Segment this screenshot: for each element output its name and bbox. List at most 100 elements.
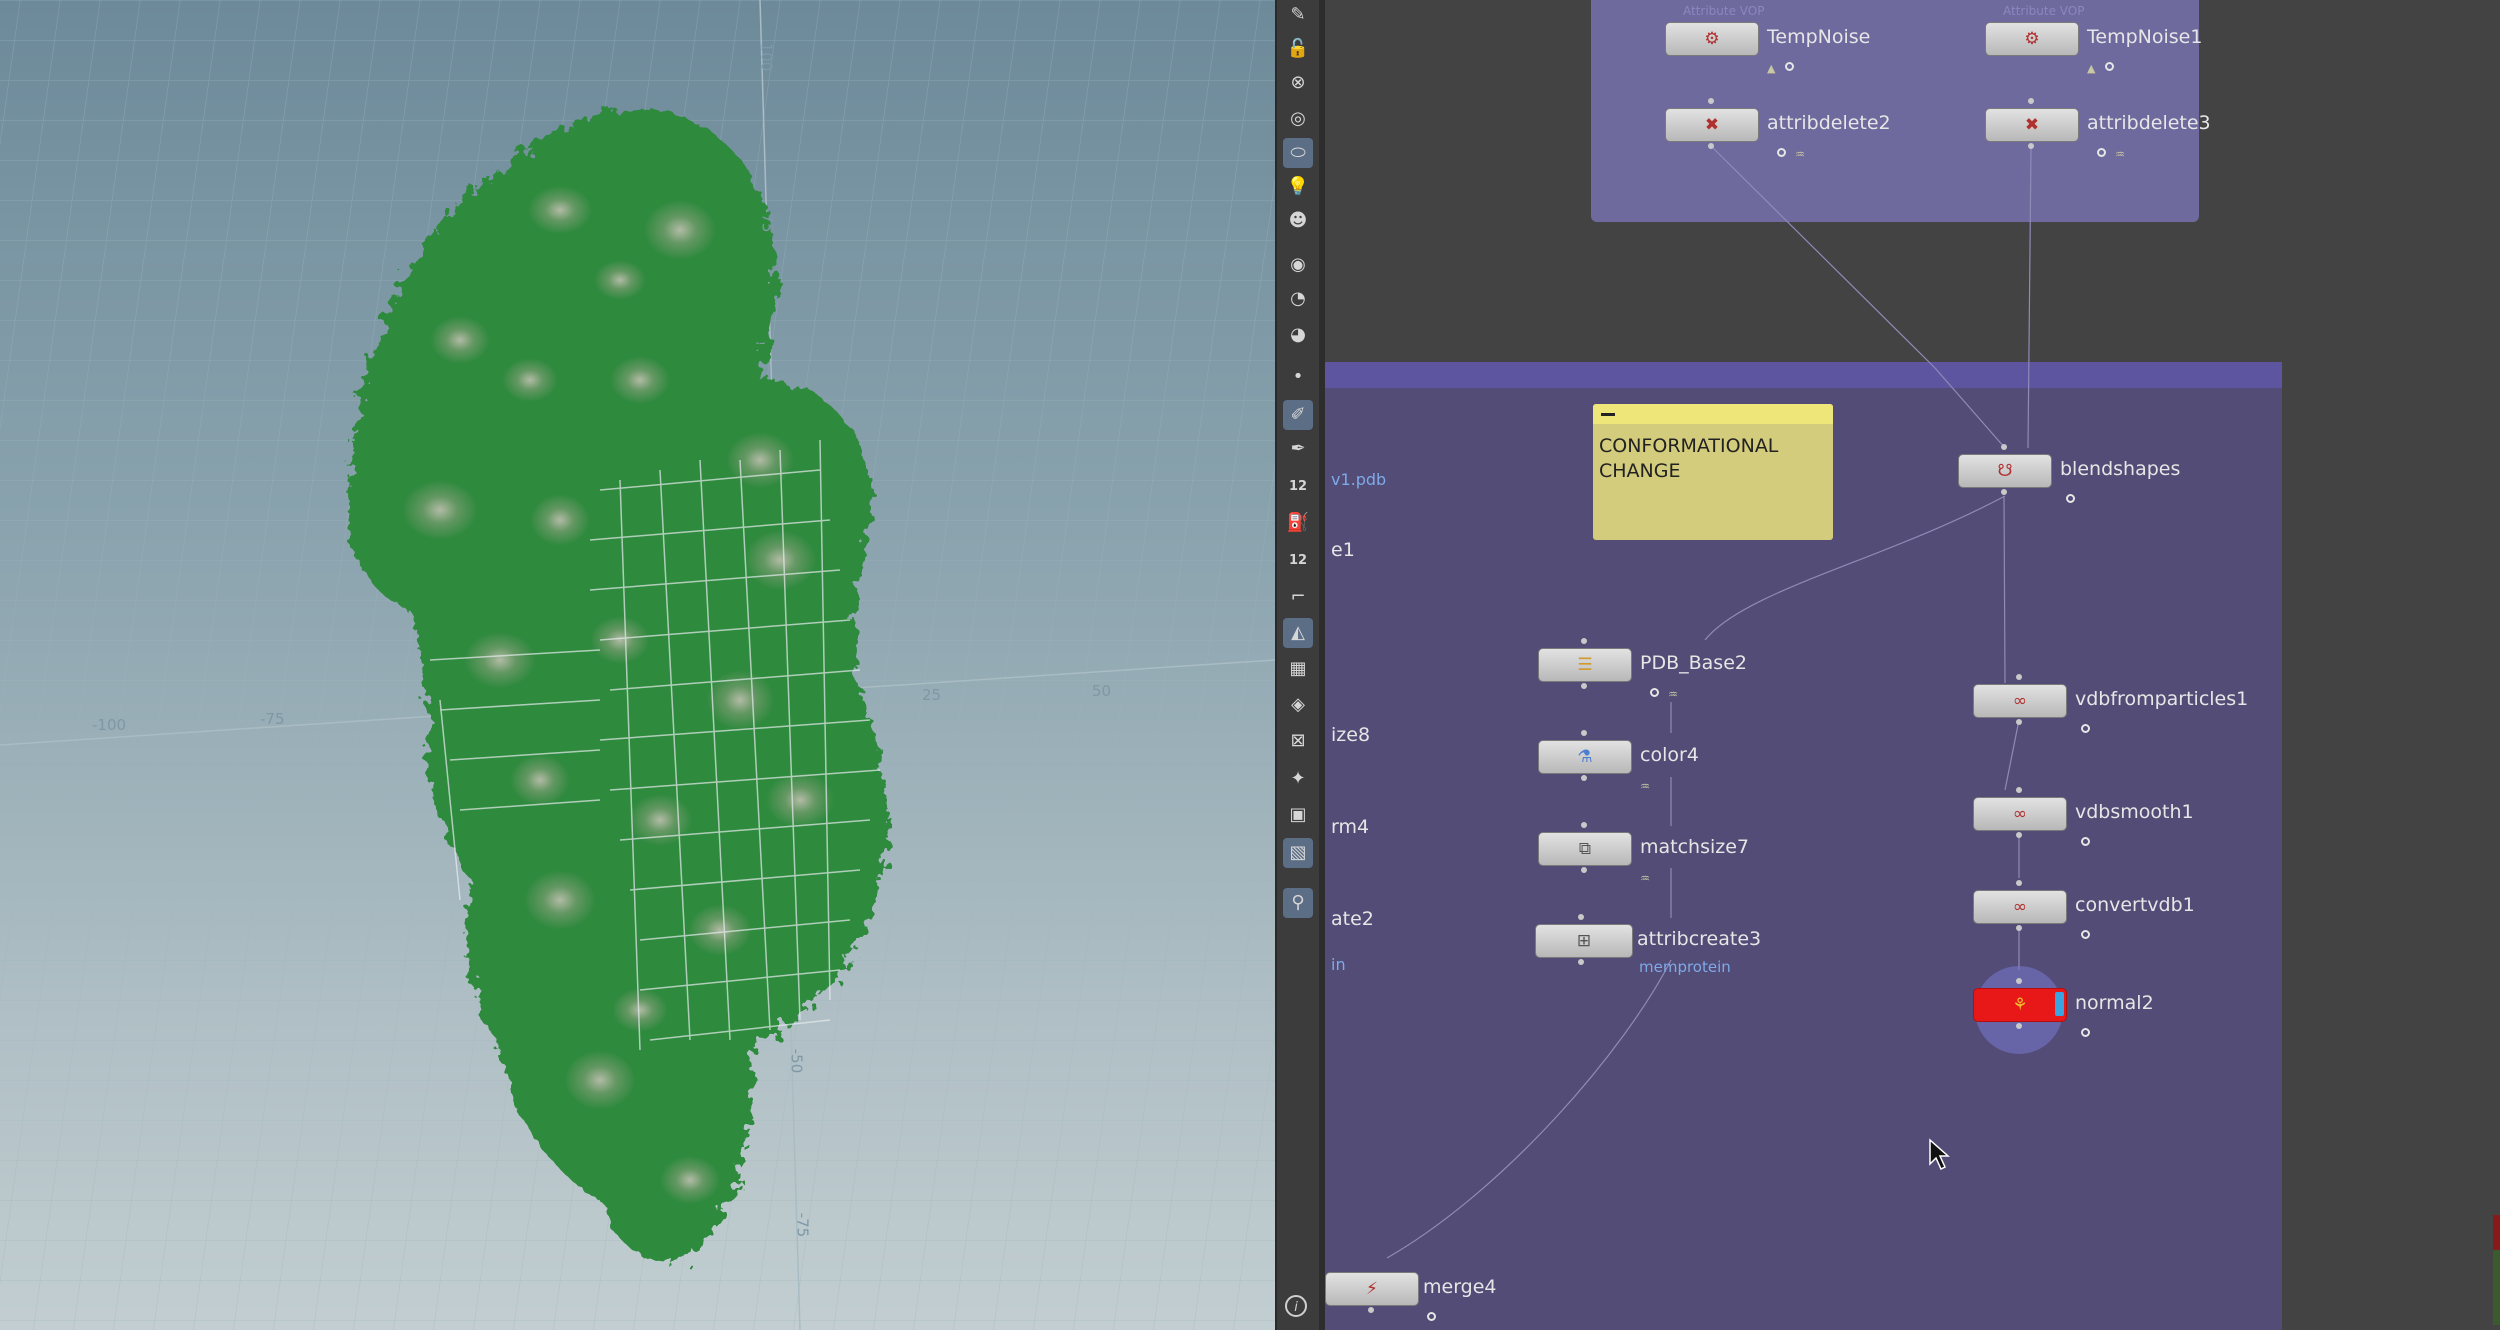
output-connector[interactable] (2016, 1023, 2022, 1029)
no-symbol-icon[interactable]: ⊗ (1283, 68, 1313, 98)
output-connector[interactable] (2016, 832, 2022, 838)
info-icon[interactable]: i (1285, 1295, 1307, 1317)
input-connector[interactable] (1581, 822, 1587, 828)
input-connector[interactable] (1581, 730, 1587, 736)
scene-viewport[interactable]: 100 75 -100 -75 25 50 -50 -75 (0, 0, 1275, 1330)
pin-icon[interactable]: ⚲ (1283, 888, 1313, 918)
input-connector[interactable] (1708, 98, 1714, 104)
brush-icon[interactable]: ✐ (1283, 400, 1313, 430)
sculpt-icon[interactable]: ◭ (1283, 618, 1313, 648)
edge-label-node[interactable]: ate2 (1331, 908, 1374, 930)
output-connector[interactable] (2016, 925, 2022, 931)
display-flag-icon[interactable] (1785, 62, 1794, 71)
node-tile[interactable]: ⚙ (1985, 22, 2079, 56)
output-connector[interactable] (1708, 143, 1714, 149)
node-name[interactable]: vdbfromparticles1 (2075, 688, 2248, 710)
output-connector[interactable] (1581, 683, 1587, 689)
input-connector[interactable] (2028, 98, 2034, 104)
node-tile[interactable]: ⚗ (1538, 740, 1632, 774)
lock-icon[interactable]: 🔓 (1283, 34, 1313, 64)
node-tile[interactable]: ⊞ (1535, 924, 1633, 958)
node-tile[interactable]: ⚘ (1973, 988, 2067, 1022)
input-connector[interactable] (2016, 880, 2022, 886)
light-icon[interactable]: ⬭ (1283, 138, 1313, 168)
edge-label-node[interactable]: e1 (1331, 539, 1355, 561)
eye-camera-icon[interactable]: ◕ (1283, 320, 1313, 350)
bulb-icon[interactable]: 💡 (1283, 172, 1313, 202)
uv-icon[interactable]: ⊠ (1283, 726, 1313, 756)
node-name[interactable]: PDB_Base2 (1640, 652, 1747, 674)
node-name[interactable]: convertvdb1 (2075, 894, 2195, 916)
render-icon[interactable]: ◉ (1283, 250, 1313, 280)
number-icon[interactable]: 12 (1283, 470, 1313, 500)
edge-label-node[interactable]: ize8 (1331, 724, 1370, 746)
sticky-note[interactable]: CONFORMATIONAL CHANGE (1593, 404, 1833, 540)
point-icon[interactable]: • (1283, 362, 1313, 392)
node-tile[interactable]: ⧉ (1538, 832, 1632, 866)
grid-icon[interactable]: ▣ (1283, 800, 1313, 830)
camera-lens-icon[interactable]: ◎ (1283, 104, 1313, 134)
bone-icon[interactable]: ✦ (1283, 764, 1313, 794)
diamond-icon[interactable]: ◈ (1283, 690, 1313, 720)
display-flag-icon[interactable] (1777, 148, 1786, 157)
input-connector[interactable] (2001, 444, 2007, 450)
input-connector[interactable] (2016, 978, 2022, 984)
display-flag-icon[interactable] (2105, 62, 2114, 71)
minimize-icon[interactable] (1601, 413, 1615, 416)
node-name[interactable]: attribdelete3 (2087, 112, 2211, 134)
node-name[interactable]: blendshapes (2060, 458, 2180, 480)
node-tile[interactable]: ✖ (1985, 108, 2079, 142)
display-flag-icon[interactable] (2081, 1028, 2090, 1037)
node-tile[interactable]: ⚡ (1325, 1272, 1419, 1306)
node-tile[interactable]: ✖ (1665, 108, 1759, 142)
template-flag-indicator[interactable] (2055, 992, 2064, 1016)
node-tile[interactable]: ∞ (1973, 797, 2067, 831)
bucket-icon[interactable]: ⛽ (1283, 508, 1313, 538)
node-tile[interactable]: ∞ (1973, 684, 2067, 718)
pose-icon[interactable]: ✎ (1283, 0, 1313, 30)
curve-icon[interactable]: ⌐ (1283, 582, 1313, 612)
output-connector[interactable] (1581, 775, 1587, 781)
node-tile[interactable]: ☋ (1958, 454, 2052, 488)
input-connector[interactable] (2016, 674, 2022, 680)
eye-icon[interactable]: ◔ (1283, 284, 1313, 314)
pen-icon[interactable]: ✒ (1283, 434, 1313, 464)
input-connector[interactable] (1581, 638, 1587, 644)
image-icon[interactable]: ▧ (1283, 838, 1313, 868)
scroll-indicator[interactable] (2493, 1215, 2500, 1325)
node-name[interactable]: matchsize7 (1640, 836, 1749, 858)
node-name[interactable]: merge4 (1423, 1276, 1497, 1298)
node-tile[interactable]: ⚙ (1665, 22, 1759, 56)
input-connector[interactable] (2016, 787, 2022, 793)
network-editor[interactable]: v1.pdb e1 ize8 rm4 ate2 in CONFORMATIONA… (1325, 0, 2500, 1330)
skull-light-icon[interactable]: ☻ (1283, 206, 1313, 236)
input-connector[interactable] (1578, 914, 1584, 920)
checker-icon[interactable]: ▦ (1283, 654, 1313, 684)
node-name[interactable]: normal2 (2075, 992, 2154, 1014)
edge-label-node[interactable]: rm4 (1331, 816, 1369, 838)
node-name[interactable]: attribcreate3 (1637, 928, 1761, 950)
node-tile[interactable]: ☰ (1538, 648, 1632, 682)
viewport-canvas[interactable] (0, 0, 1275, 1330)
display-flag-icon[interactable] (2081, 837, 2090, 846)
node-name[interactable]: vdbsmooth1 (2075, 801, 2194, 823)
node-name[interactable]: TempNoise1 (2087, 26, 2202, 48)
display-flag-icon[interactable] (2081, 724, 2090, 733)
sticky-note-header[interactable] (1593, 404, 1833, 424)
display-flag-icon[interactable] (2081, 930, 2090, 939)
display-flag-icon[interactable] (2097, 148, 2106, 157)
display-flag-icon[interactable] (2066, 494, 2075, 503)
display-flag-icon[interactable] (1427, 1312, 1436, 1321)
number-bucket-icon[interactable]: 12 (1283, 544, 1313, 574)
node-name[interactable]: TempNoise (1767, 26, 1870, 48)
node-name[interactable]: color4 (1640, 744, 1699, 766)
output-connector[interactable] (2001, 489, 2007, 495)
output-connector[interactable] (2028, 143, 2034, 149)
display-flag-icon[interactable] (1650, 688, 1659, 697)
output-connector[interactable] (1368, 1307, 1374, 1313)
output-connector[interactable] (2016, 719, 2022, 725)
node-name[interactable]: attribdelete2 (1767, 112, 1891, 134)
output-connector[interactable] (1581, 867, 1587, 873)
sticky-note-text[interactable]: CONFORMATIONAL CHANGE (1593, 424, 1833, 494)
node-tile[interactable]: ∞ (1973, 890, 2067, 924)
